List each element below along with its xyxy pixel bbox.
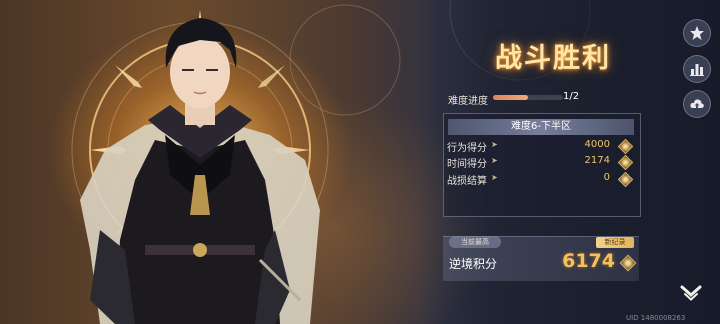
favorite-button[interactable] — [683, 19, 711, 47]
gem-icon — [617, 171, 634, 188]
difficulty-progress-fill — [493, 95, 528, 100]
difficulty-progress-value: 1/2 — [563, 91, 580, 102]
score-row-losses: 战损结算 ➤ 0 — [447, 171, 637, 188]
score-row-value: 2174 — [584, 155, 610, 166]
score-row-label: 行为得分 — [447, 143, 487, 154]
chevron-right-icon: ➤ — [491, 140, 498, 149]
difficulty-progress-bar — [493, 95, 563, 100]
current-best-tag: 当前最高 — [449, 236, 501, 248]
bar-chart-icon — [690, 64, 704, 76]
chevron-down-icon — [680, 285, 702, 301]
adversity-score-label: 逆境积分 — [449, 257, 498, 271]
score-row-label: 战损结算 — [447, 176, 487, 187]
star-icon — [690, 26, 704, 40]
statistics-button[interactable] — [683, 55, 711, 83]
cloud-upload-icon — [690, 99, 704, 108]
difficulty-stage-header: 难度6-下半区 — [448, 119, 634, 135]
new-record-badge: 新纪录 — [596, 237, 634, 248]
gem-icon — [617, 154, 634, 171]
score-row-action: 行为得分 ➤ 4000 — [447, 138, 637, 155]
chevron-right-icon: ➤ — [491, 173, 498, 182]
score-row-value: 0 — [603, 172, 610, 183]
chevron-right-icon: ➤ — [491, 156, 498, 165]
gem-icon — [617, 138, 634, 155]
score-row-time: 时间得分 ➤ 2174 — [447, 154, 637, 171]
adversity-score-value: 6174 — [562, 250, 615, 272]
continue-button[interactable] — [676, 278, 706, 308]
player-uid: UID 1480008263 — [626, 314, 686, 322]
upload-button[interactable] — [683, 90, 711, 118]
score-row-value: 4000 — [584, 139, 610, 150]
battle-victory-title: 战斗胜利 — [495, 43, 611, 74]
hero-character — [80, 18, 320, 324]
score-row-label: 时间得分 — [447, 159, 487, 170]
difficulty-progress-label: 难度进度 — [448, 96, 488, 107]
